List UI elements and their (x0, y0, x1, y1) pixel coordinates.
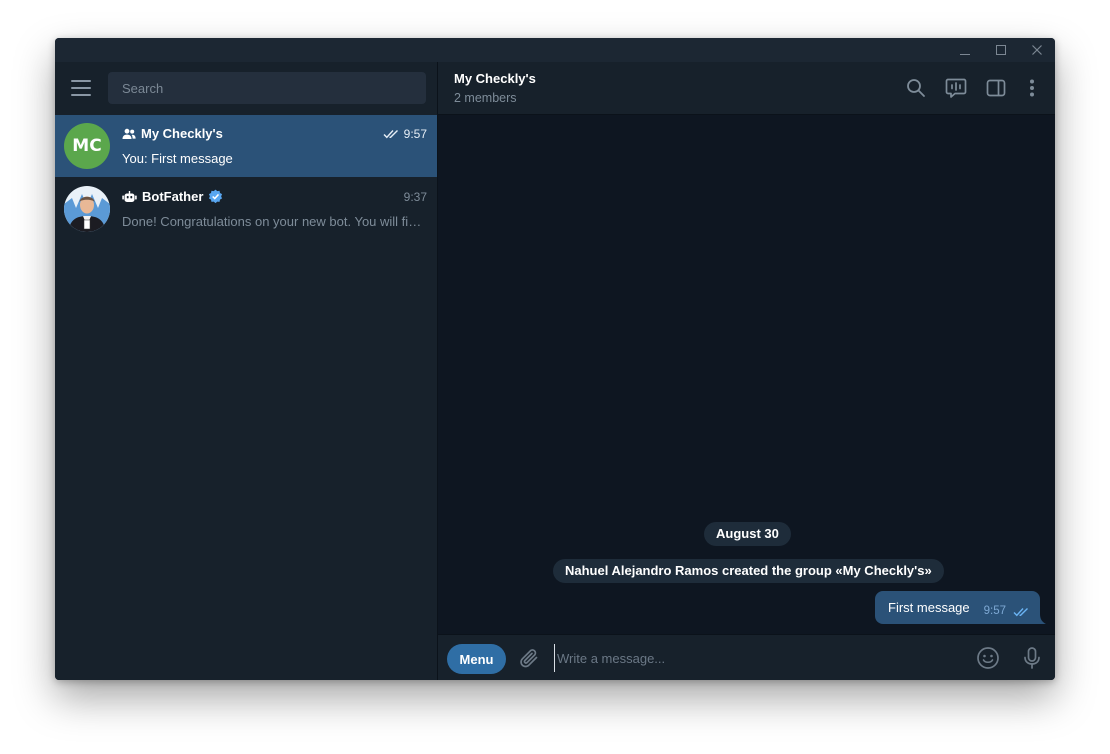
search-input[interactable] (108, 72, 426, 104)
voice-chat-icon (945, 78, 967, 98)
verified-badge-icon (209, 189, 223, 204)
double-check-icon (383, 130, 398, 139)
microphone-icon (1024, 647, 1040, 669)
chat-preview: Done! Congratulations on your new bot. Y… (122, 214, 427, 229)
main-menu-button[interactable] (71, 80, 91, 96)
maximize-button[interactable] (983, 38, 1019, 62)
chat-title-row: My Checkly's (122, 126, 223, 141)
bot-icon (122, 190, 137, 202)
minimize-icon (960, 54, 970, 55)
chat-preview: You: First message (122, 151, 233, 166)
chat-title: BotFather (142, 189, 204, 204)
maximize-icon (996, 45, 1006, 55)
message-history: August 30 Nahuel Alejandro Ramos created… (438, 115, 1055, 634)
botfather-avatar-image (64, 186, 110, 232)
search-box[interactable] (108, 72, 426, 104)
search-button[interactable] (904, 76, 928, 100)
minimize-button[interactable] (947, 38, 983, 62)
sidebar-toggle-button[interactable] (984, 76, 1008, 100)
emoji-icon (977, 647, 999, 669)
hamburger-line (71, 94, 91, 96)
chat-title: My Checkly's (141, 126, 223, 141)
sidebar-toggle-icon (986, 79, 1006, 97)
chat-header: My Checkly's 2 members (438, 62, 1055, 115)
message-composer: Menu (438, 634, 1055, 680)
chat-time: 9:57 (403, 127, 427, 141)
close-icon (1032, 45, 1042, 55)
more-button[interactable] (1020, 76, 1044, 100)
service-message: Nahuel Alejandro Ramos created the group… (553, 559, 944, 583)
bot-menu-button[interactable]: Menu (447, 644, 506, 674)
more-vertical-icon (1030, 79, 1034, 97)
double-check-icon (1013, 608, 1028, 617)
botfather-avatar (64, 186, 110, 232)
chat-header-title[interactable]: My Checkly's (454, 71, 536, 86)
chat-time-row: 9:37 (404, 190, 427, 204)
message-input[interactable] (554, 644, 954, 672)
search-icon (907, 79, 925, 97)
chat-time-row: 9:57 (383, 127, 427, 141)
chat-item-botfather[interactable]: BotFather 9:37 Done! Congratulations on … (55, 178, 437, 240)
hamburger-line (71, 87, 91, 89)
hamburger-line (71, 80, 91, 82)
attach-icon (520, 649, 538, 668)
chat-item-my-checklys[interactable]: MC My Checkly's 9:57 You: First message (55, 115, 437, 177)
avatar-initials: MC (72, 136, 102, 156)
group-icon (122, 128, 136, 139)
voice-chat-button[interactable] (944, 76, 968, 100)
chat-header-members[interactable]: 2 members (454, 91, 517, 105)
outgoing-message[interactable]: First message 9:57 (875, 591, 1040, 624)
title-bar (55, 38, 1055, 62)
chat-title-row: BotFather (122, 189, 223, 204)
emoji-button[interactable] (976, 646, 1000, 670)
bubble-tail (1037, 614, 1046, 624)
close-button[interactable] (1019, 38, 1055, 62)
message-time: 9:57 (983, 605, 1006, 617)
message-text: First message (888, 600, 970, 615)
telegram-window: MC My Checkly's 9:57 You: First message (55, 38, 1055, 680)
date-separator: August 30 (704, 522, 791, 546)
avatar: MC (64, 123, 110, 169)
chat-time: 9:37 (403, 190, 427, 204)
attach-button[interactable] (517, 646, 541, 670)
chat-list-sidebar: MC My Checkly's 9:57 You: First message (55, 62, 438, 680)
voice-record-button[interactable] (1020, 646, 1044, 670)
